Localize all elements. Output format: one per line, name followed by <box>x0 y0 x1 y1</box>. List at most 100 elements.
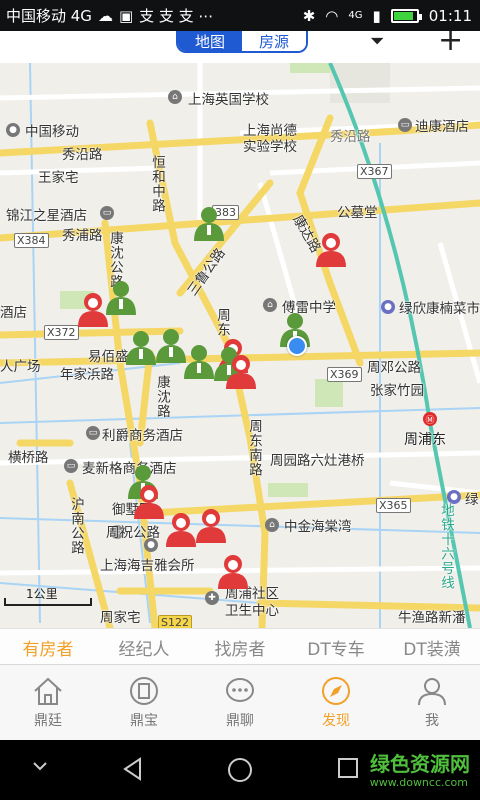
map-view[interactable]: 上海英国学校 ⌂ ● 中国移动 秀沿路 上海尚德 实验学校 秀沿路 ▭ 迪康酒店… <box>0 63 480 628</box>
road-xiupu: 秀浦路 <box>62 228 103 244</box>
tab-chat-label: 鼎聊 <box>226 713 254 729</box>
road-henghe: 恒和中路 <box>149 155 165 213</box>
place-zhoupu-clinic-2: 卫生中心 <box>225 603 279 619</box>
hospital-icon: ✚ <box>205 591 219 605</box>
market-icon: ● <box>381 300 395 314</box>
hotel-icon: ▭ <box>398 118 412 132</box>
place-shangde-2: 实验学校 <box>243 139 297 155</box>
tab-map[interactable]: 地图 <box>178 31 242 51</box>
owner-marker[interactable] <box>132 483 166 519</box>
road-shield-x372: X372 <box>44 325 79 340</box>
hotel-icon: ▭ <box>86 426 100 440</box>
clock: 01:11 <box>428 6 472 25</box>
tab-bao[interactable]: 鼎宝 <box>96 665 192 741</box>
cloud-icon: ☁ <box>97 6 113 25</box>
road-shield-x367: X367 <box>357 164 392 179</box>
category-dt-car[interactable]: DT专车 <box>288 635 384 660</box>
road-shield-s122: S122 <box>158 615 192 628</box>
agent-marker[interactable] <box>192 205 226 241</box>
hotel-icon: ▭ <box>64 459 78 473</box>
road-nianjiabang: 年家浜路 <box>60 367 114 383</box>
battery-icon <box>390 8 422 23</box>
place-cmcc: 中国移动 <box>25 124 79 140</box>
road-shield-x365: X365 <box>376 498 411 513</box>
road-zhoudong-south: 周东南路 <box>246 419 262 477</box>
tab-chat[interactable]: 鼎聊 <box>192 665 288 741</box>
bluetooth-icon: ✱ <box>302 6 316 25</box>
tab-discover-label: 发现 <box>322 713 350 729</box>
status-bar: 中国移动 4G ☁ ▣ 支 支 支 ⋯ ✱ ◠ 4G ▮ 01:11 <box>0 0 480 31</box>
agent-marker[interactable] <box>124 329 158 365</box>
agent-marker[interactable] <box>182 343 216 379</box>
hotel-icon: ▭ <box>100 206 114 220</box>
my-location-dot <box>287 336 307 356</box>
metro-line-label: 地铁十六号线 <box>438 503 454 590</box>
place-zhongjin-haitang: 中金海棠湾 <box>284 519 352 535</box>
watermark-url: www.downcc.com <box>369 776 468 789</box>
wallet-icon <box>130 677 158 705</box>
road-xiuyan-west: 秀沿路 <box>62 147 103 163</box>
category-seeker[interactable]: 找房者 <box>192 635 288 660</box>
road-zhoudeng: 周邓公路 <box>367 360 421 376</box>
add-icon[interactable]: + <box>438 23 463 58</box>
compass-icon <box>322 677 350 705</box>
tab-bao-label: 鼎宝 <box>130 713 158 729</box>
place-dichuan-hotel: 迪康酒店 <box>415 119 469 135</box>
place-zhangjiazhuyuan: 张家竹园 <box>370 383 424 399</box>
school-icon: ⌂ <box>168 90 182 104</box>
market-icon: ● <box>447 490 461 504</box>
place-zhoupu-east: 周浦东 <box>404 432 446 448</box>
map-scale-label: 1公里 <box>26 587 58 601</box>
user-icon <box>418 678 446 706</box>
road-zhouyuan: 周园路六灶港桥 <box>270 453 365 469</box>
tab-home[interactable]: 鼎廷 <box>0 665 96 741</box>
wifi-icon: ◠ <box>325 6 339 25</box>
tab-me[interactable]: 我 <box>384 665 480 741</box>
view-toggle: 地图 房源 <box>176 31 308 53</box>
back-icon[interactable] <box>120 756 146 782</box>
notification-icon: ▣ <box>118 6 134 25</box>
place-hotel-w: 酒店 <box>0 305 27 321</box>
header-bar: 地图 房源 ⏷ + <box>0 23 480 63</box>
poi-icon: ● <box>144 538 158 552</box>
category-owner[interactable]: 有房者 <box>0 635 96 660</box>
tab-houses[interactable]: 房源 <box>242 31 306 51</box>
carrier-label: 中国移动 4G <box>6 7 92 25</box>
school-icon: ⌂ <box>263 298 277 312</box>
road-kangshen-2: 康沈路 <box>154 375 170 419</box>
owner-marker[interactable] <box>216 553 250 589</box>
place-jinjiang-hotel: 锦江之星酒店 <box>6 208 87 224</box>
road-shield-x384: X384 <box>14 233 49 248</box>
agent-marker[interactable] <box>104 279 138 315</box>
road-hunan: 沪南公路 <box>68 497 84 555</box>
recents-icon[interactable] <box>336 756 360 780</box>
owner-marker[interactable] <box>224 353 258 389</box>
owner-marker[interactable] <box>164 511 198 547</box>
place-lv-e: 绿 <box>465 492 479 508</box>
bottom-tab-bar: 鼎廷 鼎宝 鼎聊 发现 我 <box>0 664 480 741</box>
tab-discover[interactable]: 发现 <box>288 665 384 741</box>
place-lijue-hotel: 利爵商务酒店 <box>102 428 183 444</box>
chat-icon <box>226 678 254 702</box>
signal-icon: ▮ <box>372 6 381 25</box>
category-dt-deco[interactable]: DT装潢 <box>384 635 480 660</box>
signal-label: 4G <box>348 10 363 21</box>
notification-extra-icons: 支 支 支 ⋯ <box>139 7 214 25</box>
owner-marker[interactable] <box>314 231 348 267</box>
category-agent[interactable]: 经纪人 <box>96 635 192 660</box>
chevron-down-icon[interactable] <box>30 756 50 776</box>
place-zhoujiazhai: 周家宅 <box>100 610 141 626</box>
filter-icon[interactable]: ⏷ <box>370 31 384 52</box>
home-circle-icon[interactable] <box>226 756 254 784</box>
owner-marker[interactable] <box>194 507 228 543</box>
school-icon: ⌂ <box>265 518 279 532</box>
home-icon <box>34 677 62 705</box>
place-yingguo-school: 上海英国学校 <box>188 92 269 108</box>
place-lvxin-kangnan: 绿欣康楠菜市 <box>399 301 480 317</box>
place-wangjiazhai: 王家宅 <box>38 170 79 186</box>
place-guangchang: 人广场 <box>0 359 41 375</box>
tab-home-label: 鼎廷 <box>34 713 62 729</box>
tab-me-label: 我 <box>425 713 439 729</box>
poi-icon: ● <box>6 123 20 137</box>
place-gongmutang: 公墓堂 <box>337 205 378 221</box>
